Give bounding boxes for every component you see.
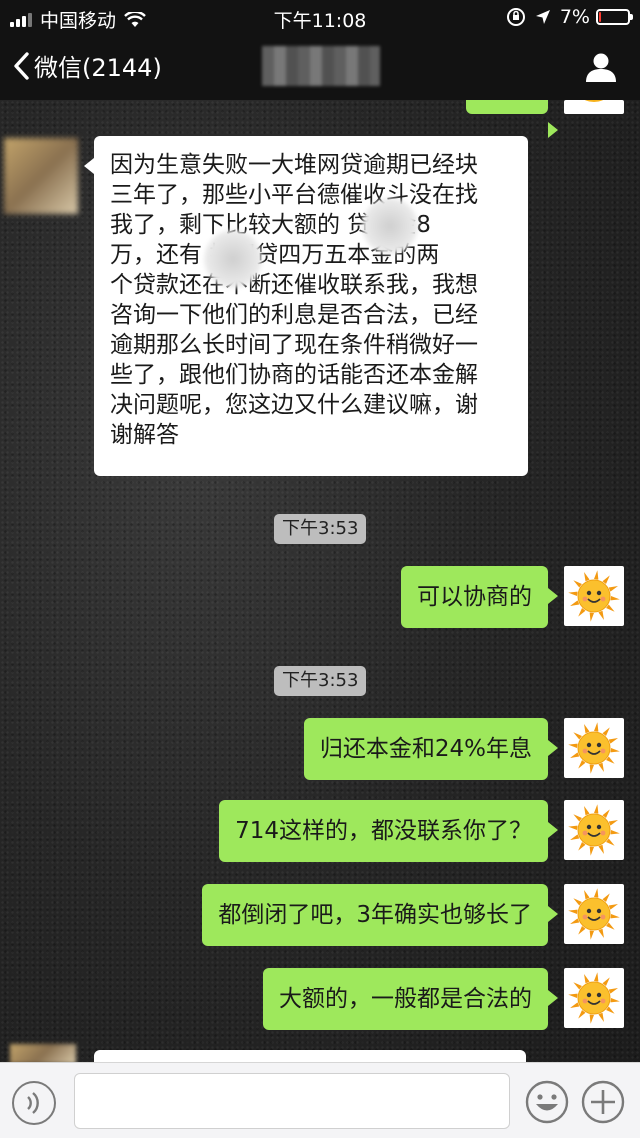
- outgoing-message: 都倒闭了吧，3年确实也够长了: [202, 884, 558, 946]
- my-avatar[interactable]: [564, 884, 624, 944]
- sun-avatar-icon: [568, 570, 620, 622]
- contact-avatar[interactable]: [4, 138, 78, 214]
- message-input[interactable]: [74, 1073, 510, 1129]
- incoming-message-line: 些了，跟他们协商的话能否还本金解: [110, 362, 478, 388]
- outgoing-message: 714这样的，都没联系你了？: [219, 800, 558, 862]
- battery-fill: [599, 12, 601, 22]
- my-avatar[interactable]: [564, 718, 624, 778]
- voice-button[interactable]: [12, 1081, 56, 1125]
- incoming-message-line: 决问题呢，您这边又什么建议嘛，谢: [110, 392, 478, 418]
- timestamp: 下午3:53: [274, 666, 367, 696]
- nav-bar: 微信(2144): [0, 34, 640, 100]
- plus-icon[interactable]: [580, 1079, 626, 1125]
- incoming-message-line: 万，还有 拉网贷四万五本金的两: [110, 242, 440, 268]
- sun-avatar-icon: [568, 972, 620, 1024]
- contact-avatar[interactable]: [10, 1044, 76, 1064]
- emoji-icon[interactable]: [524, 1079, 570, 1125]
- my-avatar[interactable]: [564, 968, 624, 1028]
- outgoing-message: 归还本金和24%年息: [303, 718, 559, 780]
- outgoing-message: 可以协商的: [401, 566, 558, 628]
- sun-avatar-icon: [568, 888, 620, 940]
- orientation-lock-icon: [506, 8, 525, 26]
- sun-avatar-icon: [568, 722, 620, 774]
- timestamp: 下午3:53: [274, 514, 367, 544]
- incoming-message-line: 因为生意失败一大堆网贷逾期已经块: [110, 152, 478, 178]
- input-bar: [0, 1062, 640, 1138]
- status-bar: 中国移动 下午11:08 7%: [0, 0, 640, 34]
- back-button[interactable]: 微信(2144): [12, 48, 162, 83]
- incoming-message-line: 咨询一下他们的利息是否合法，已经: [110, 302, 478, 328]
- back-label: 微信(2144): [34, 54, 162, 82]
- sun-avatar-icon: [584, 100, 604, 102]
- incoming-message-line: 谢解答: [110, 422, 179, 448]
- message-bubble-partial: [466, 100, 558, 138]
- location-icon: [535, 10, 550, 24]
- person-icon[interactable]: [584, 50, 618, 84]
- chevron-left-icon: [14, 51, 29, 80]
- chat-title-blurred: [262, 46, 380, 86]
- outgoing-message: 大额的，一般都是合法的: [263, 968, 558, 1030]
- redaction-blur: [362, 198, 418, 254]
- incoming-message-line: 个贷款还在不断还催收联系我，我想: [110, 272, 478, 298]
- redaction-blur: [204, 230, 262, 288]
- battery-percent: 7%: [559, 6, 590, 28]
- incoming-message-line: 逾期那么长时间了现在条件稍微好一: [110, 332, 478, 358]
- incoming-message-line: 我了，剩下比较大额的 贷本金8: [110, 212, 431, 238]
- my-avatar[interactable]: [564, 566, 624, 626]
- voice-icon: [27, 1092, 39, 1114]
- my-avatar[interactable]: [564, 800, 624, 860]
- battery-icon: [596, 9, 633, 25]
- incoming-message: 因为生意失败一大堆网贷逾期已经块 三年了，那些小平台德催收斗没在找 我了，剩下比较大…: [84, 136, 528, 476]
- incoming-message-line: 三年了，那些小平台德催收斗没在找: [110, 182, 478, 208]
- my-avatar[interactable]: [564, 100, 624, 114]
- incoming-message-text: 因为生意失败一大堆网贷逾期已经块 三年了，那些小平台德催收斗没在找 我了，剩下比较大…: [110, 150, 512, 450]
- sun-avatar-icon: [568, 804, 620, 856]
